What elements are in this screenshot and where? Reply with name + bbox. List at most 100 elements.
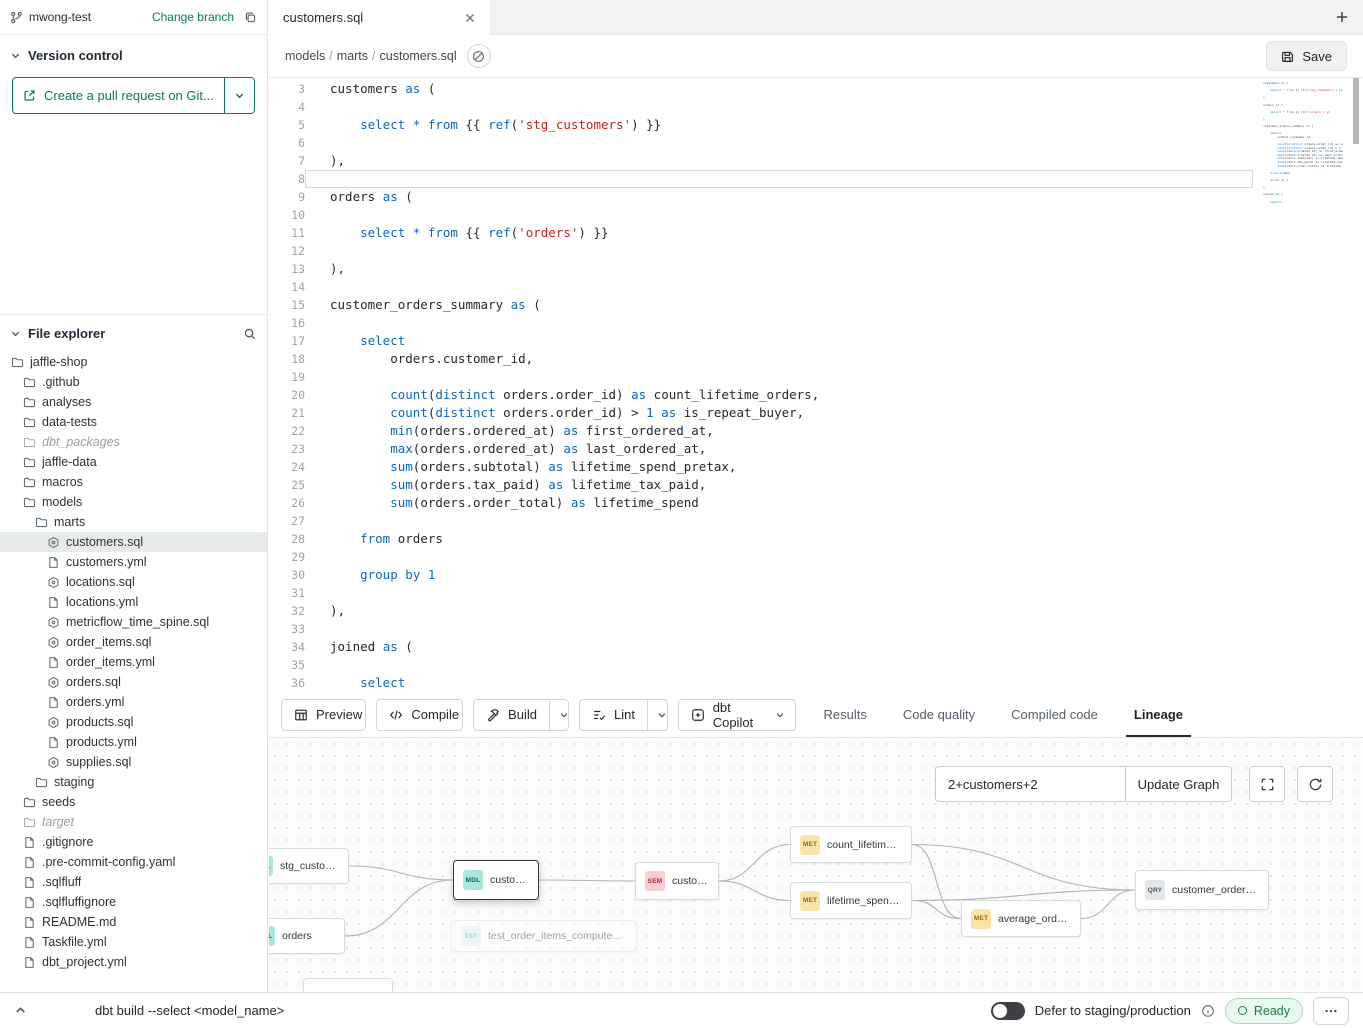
code-line-25[interactable]: 25 sum(orders.tax_paid) as lifetime_tax_…: [269, 476, 1253, 494]
code-line-13[interactable]: 13),: [269, 260, 1253, 278]
breadcrumb-item[interactable]: models: [285, 49, 325, 63]
lint-button[interactable]: Lint: [580, 700, 647, 730]
file-explorer-header[interactable]: File explorer: [0, 315, 267, 352]
more-menu-button[interactable]: [1313, 997, 1349, 1025]
build-dropdown[interactable]: [549, 700, 569, 730]
code-line-32[interactable]: 32),: [269, 602, 1253, 620]
tree-item--sqlfluff[interactable]: .sqlfluff: [0, 872, 267, 892]
code-line-30[interactable]: 30 group by 1: [269, 566, 1253, 584]
tree-item-macros[interactable]: macros: [0, 472, 267, 492]
fullscreen-button[interactable]: [1249, 766, 1285, 802]
lineage-node-partial_bottom[interactable]: [303, 978, 393, 992]
lineage-node-customer_order_metrics[interactable]: QRYcustomer_order_metrics: [1135, 870, 1269, 910]
editor-scrollbar[interactable]: [1353, 78, 1359, 144]
tree-item-models[interactable]: models: [0, 492, 267, 512]
compile-button[interactable]: Compile: [376, 699, 463, 731]
update-graph-button[interactable]: Update Graph: [1125, 766, 1232, 802]
lineage-node-orders[interactable]: MDLorders: [269, 918, 345, 954]
tree-item-orders-sql[interactable]: orders.sql: [0, 672, 267, 692]
tree-item-locations-yml[interactable]: locations.yml: [0, 592, 267, 612]
tree-item-seeds[interactable]: seeds: [0, 792, 267, 812]
tree-item--pre-commit-config-yaml[interactable]: .pre-commit-config.yaml: [0, 852, 267, 872]
tree-item-customers-yml[interactable]: customers.yml: [0, 552, 267, 572]
copy-icon[interactable]: [244, 11, 257, 24]
code-line-10[interactable]: 10: [269, 206, 1253, 224]
tree-item-analyses[interactable]: analyses: [0, 392, 267, 412]
code-line-22[interactable]: 22 min(orders.ordered_at) as first_order…: [269, 422, 1253, 440]
code-editor[interactable]: 3customers as (4 5 select * from {{ ref(…: [269, 78, 1363, 692]
status-badge[interactable]: Ready: [1225, 998, 1303, 1024]
code-line-5[interactable]: 5 select * from {{ ref('stg_customers') …: [269, 116, 1253, 134]
lineage-node-average_order_value[interactable]: METaverage_order_value: [961, 900, 1081, 937]
code-line-19[interactable]: 19: [269, 368, 1253, 386]
tab-results[interactable]: Results: [806, 692, 885, 737]
code-line-34[interactable]: 34joined as (: [269, 638, 1253, 656]
code-line-4[interactable]: 4: [269, 98, 1253, 116]
defer-toggle[interactable]: [991, 1002, 1025, 1020]
tree-item-orders-yml[interactable]: orders.yml: [0, 692, 267, 712]
code-line-7[interactable]: 7),: [269, 152, 1253, 170]
code-line-28[interactable]: 28 from orders: [269, 530, 1253, 548]
tree-item-taskfile-yml[interactable]: Taskfile.yml: [0, 932, 267, 952]
tree-item-locations-sql[interactable]: locations.sql: [0, 572, 267, 592]
code-line-15[interactable]: 15customer_orders_summary as (: [269, 296, 1253, 314]
tree-item-target[interactable]: target: [0, 812, 267, 832]
code-line-26[interactable]: 26 sum(orders.order_total) as lifetime_s…: [269, 494, 1253, 512]
copilot-dropdown[interactable]: [775, 700, 795, 730]
lineage-node-lifetime_spend_pretax[interactable]: METlifetime_spend_pretax: [790, 882, 912, 919]
tab-code-quality[interactable]: Code quality: [885, 692, 993, 737]
code-line-33[interactable]: 33: [269, 620, 1253, 638]
build-button[interactable]: Build: [474, 700, 549, 730]
tree-item-supplies-sql[interactable]: supplies.sql: [0, 752, 267, 772]
preview-button[interactable]: Preview: [281, 699, 366, 731]
tab-compiled-code[interactable]: Compiled code: [993, 692, 1116, 737]
tree-item-marts[interactable]: marts: [0, 512, 267, 532]
code-line-12[interactable]: 12: [269, 242, 1253, 260]
breadcrumb-item[interactable]: marts: [337, 49, 368, 63]
lineage-node-customers_mdl[interactable]: MDLcustomers: [453, 860, 539, 900]
code-line-11[interactable]: 11 select * from {{ ref('orders') }}: [269, 224, 1253, 242]
tree-item--github[interactable]: .github: [0, 372, 267, 392]
change-branch-link[interactable]: Change branch: [152, 10, 234, 24]
search-icon[interactable]: [243, 327, 257, 341]
code-line-35[interactable]: 35: [269, 656, 1253, 674]
code-line-9[interactable]: 9orders as (: [269, 188, 1253, 206]
tree-item-staging[interactable]: staging: [0, 772, 267, 792]
refresh-button[interactable]: [1297, 766, 1333, 802]
lineage-node-count_lifetime_orders[interactable]: METcount_lifetime_orders: [790, 826, 912, 863]
create-pr-dropdown[interactable]: [224, 78, 254, 113]
create-pr-button[interactable]: Create a pull request on Git...: [13, 78, 224, 113]
lineage-node-customers_sem[interactable]: SEMcustomers: [635, 862, 719, 900]
code-line-14[interactable]: 14: [269, 278, 1253, 296]
tab-customers-sql[interactable]: customers.sql: [269, 0, 491, 35]
chevron-up-icon[interactable]: [14, 1004, 27, 1017]
tree-item-data-tests[interactable]: data-tests: [0, 412, 267, 432]
version-control-header[interactable]: Version control: [0, 35, 267, 73]
code-line-27[interactable]: 27: [269, 512, 1253, 530]
tree-item-metricflow-time-spine-sql[interactable]: metricflow_time_spine.sql: [0, 612, 267, 632]
tree-item-readme-md[interactable]: README.md: [0, 912, 267, 932]
code-line-36[interactable]: 36 select: [269, 674, 1253, 692]
lineage-selector-input[interactable]: [935, 766, 1125, 802]
code-line-6[interactable]: 6: [269, 134, 1253, 152]
code-line-18[interactable]: 18 orders.customer_id,: [269, 350, 1253, 368]
code-line-20[interactable]: 20 count(distinct orders.order_id) as co…: [269, 386, 1253, 404]
tree-item--gitignore[interactable]: .gitignore: [0, 832, 267, 852]
tree-item-customers-sql[interactable]: customers.sql: [0, 532, 267, 552]
lint-dropdown[interactable]: [647, 700, 668, 730]
tree-item-dbt-packages[interactable]: dbt_packages: [0, 432, 267, 452]
code-line-23[interactable]: 23 max(orders.ordered_at) as last_ordere…: [269, 440, 1253, 458]
code-line-3[interactable]: 3customers as (: [269, 80, 1253, 98]
new-tab-button[interactable]: [1321, 0, 1363, 34]
save-button[interactable]: Save: [1266, 41, 1347, 71]
tree-item-dbt-project-yml[interactable]: dbt_project.yml: [0, 952, 267, 972]
tree-item-jaffle-data[interactable]: jaffle-data: [0, 452, 267, 472]
code-line-17[interactable]: 17 select: [269, 332, 1253, 350]
lineage-node-test_node[interactable]: TSTtest_order_items_compute_to_bools...: [451, 920, 637, 952]
tree-item-products-sql[interactable]: products.sql: [0, 712, 267, 732]
code-line-8[interactable]: 8: [269, 170, 1253, 188]
info-icon[interactable]: [1201, 1004, 1215, 1018]
tree-item-order-items-yml[interactable]: order_items.yml: [0, 652, 267, 672]
breadcrumb-item[interactable]: customers.sql: [380, 49, 457, 63]
editor-minimap[interactable]: customers as ( select * from {{ ref('stg…: [1263, 82, 1343, 302]
